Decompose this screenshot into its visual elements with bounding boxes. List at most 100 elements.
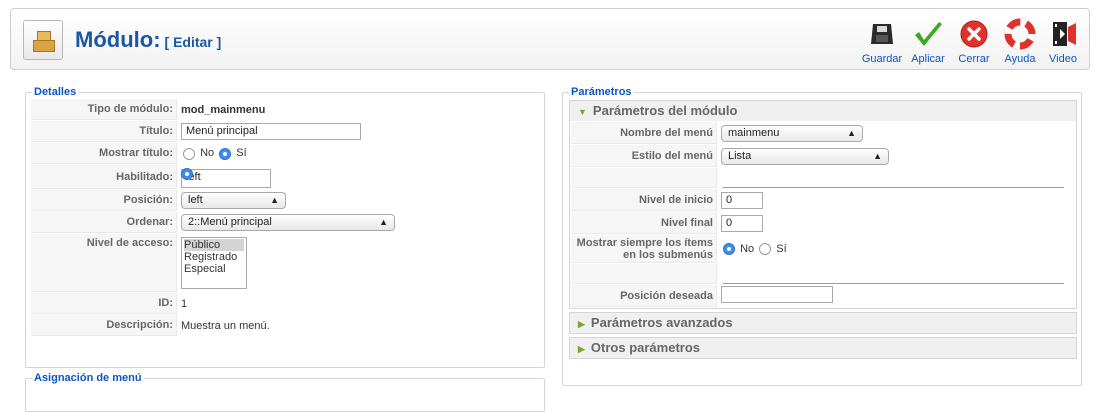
show-title-label: Mostrar título: [31, 143, 177, 164]
module-type-value: mod_mainmenu [181, 103, 266, 116]
save-label: Guardar [861, 53, 903, 65]
help-label: Ayuda [1004, 53, 1036, 65]
row-menu-name: Nombre del menú mainmenu ▲︎ [571, 122, 1069, 144]
page-subtitle: [ Editar ] [164, 34, 222, 50]
row-show-title: Mostrar título: No Sí [31, 143, 539, 164]
module-params-header[interactable]: ▼︎ Parámetros del módulo [570, 101, 1076, 121]
menu-style-select[interactable]: Lista ▲︎ [721, 147, 889, 165]
position-select-value: left [188, 194, 203, 206]
select-arrow-icon: ▲︎ [270, 195, 279, 205]
toolbar: Guardar Aplicar Cerrar Ayuda Video [859, 18, 1083, 65]
select-arrow-icon: ▲︎ [379, 217, 388, 227]
help-button[interactable]: Ayuda [997, 18, 1043, 65]
enabled-label: Habilitado: [31, 165, 177, 189]
row-spacer-1 [571, 168, 1069, 188]
other-params-pane: ▶︎ Otros parámetros [569, 337, 1077, 359]
row-description: Descripción: Muestra un menú. [31, 315, 539, 336]
apply-button[interactable]: Aplicar [905, 18, 951, 65]
row-enabled: Habilitado: left [31, 165, 539, 189]
title-input[interactable]: Menú principal [181, 123, 361, 140]
separator-line [723, 283, 1064, 284]
description-label: Descripción: [31, 315, 177, 336]
details-table: Tipo de módulo: mod_mainmenu Título: Men… [30, 98, 540, 337]
id-value: 1 [181, 297, 188, 310]
save-icon [866, 18, 898, 50]
row-module-type: Tipo de módulo: mod_mainmenu [31, 99, 539, 120]
order-select[interactable]: 2::Menú principal ▲︎ [181, 214, 395, 231]
always-show-yes-radio[interactable] [759, 243, 772, 256]
order-label: Ordenar: [31, 212, 177, 233]
save-button[interactable]: Guardar [859, 18, 905, 65]
advanced-params-pane: ▶︎ Parámetros avanzados [569, 312, 1077, 334]
row-access-level: Nivel de acceso: Público Registrado Espe… [31, 234, 539, 292]
enabled-radio[interactable] [181, 168, 193, 180]
access-level-label: Nivel de acceso: [31, 234, 177, 292]
row-desired-position: Posición deseada [571, 285, 1069, 307]
video-icon [1047, 18, 1079, 50]
separator-line [723, 187, 1064, 188]
menu-assign-legend: Asignación de menú [34, 372, 142, 384]
module-params-pane: ▼︎ Parámetros del módulo Nombre del menú … [569, 100, 1077, 309]
menu-style-value: Lista [728, 149, 752, 162]
row-start-level: Nivel de inicio 0 [571, 189, 1069, 211]
access-option-public[interactable]: Público [184, 239, 244, 251]
enabled-input[interactable]: left [181, 168, 271, 188]
close-button[interactable]: Cerrar [951, 18, 997, 65]
advanced-params-title: Parámetros avanzados [590, 315, 733, 330]
params-fieldset: Parámetros ▼︎ Parámetros del módulo Nombr… [562, 86, 1082, 386]
other-params-header[interactable]: ▶︎ Otros parámetros [570, 338, 1076, 358]
collapsed-triangle-icon: ▶︎ [578, 319, 585, 329]
row-always-show: Mostrar siempre los ítems en los submenú… [571, 235, 1069, 263]
close-icon [958, 18, 990, 50]
show-title-no-radio[interactable] [183, 147, 195, 160]
row-id: ID: 1 [31, 293, 539, 314]
select-arrow-icon: ▲︎ [847, 127, 856, 138]
details-fieldset: Detalles Tipo de módulo: mod_mainmenu Tí… [25, 86, 545, 368]
access-level-listbox[interactable]: Público Registrado Especial [181, 237, 247, 289]
access-option-special[interactable]: Especial [184, 263, 244, 275]
always-show-no-radio[interactable] [723, 243, 735, 256]
menu-name-value: mainmenu [728, 126, 780, 139]
advanced-params-header[interactable]: ▶︎ Parámetros avanzados [570, 313, 1076, 333]
row-end-level: Nivel final 0 [571, 212, 1069, 234]
page-title: Módulo:[ Editar ] [75, 27, 221, 53]
row-order: Ordenar: 2::Menú principal ▲︎ [31, 212, 539, 233]
apply-icon [912, 18, 944, 50]
close-label: Cerrar [958, 53, 990, 65]
show-title-yes-radio[interactable] [219, 147, 232, 160]
menu-name-select[interactable]: mainmenu ▲︎ [721, 124, 863, 142]
params-legend: Parámetros [571, 86, 632, 98]
row-position: Posición: left ▲︎ [31, 190, 539, 211]
module-icon [23, 20, 63, 60]
start-level-input[interactable]: 0 [721, 191, 763, 209]
collapsed-triangle-icon: ▶︎ [578, 344, 585, 354]
help-icon [1004, 18, 1036, 50]
expanded-triangle-icon: ▼︎ [578, 107, 587, 117]
order-select-value: 2::Menú principal [188, 216, 272, 228]
module-params-title: Parámetros del módulo [592, 103, 738, 118]
row-title: Título: Menú principal [31, 121, 539, 142]
description-value: Muestra un menú. [181, 319, 270, 332]
show-title-yes-label: Sí [236, 147, 247, 160]
access-option-registered[interactable]: Registrado [184, 251, 244, 263]
video-button[interactable]: Video [1043, 18, 1083, 65]
menu-name-label: Nombre del menú [571, 122, 717, 144]
always-show-yes-label: Sí [776, 242, 787, 255]
position-select[interactable]: left ▲︎ [181, 192, 286, 209]
desired-position-input[interactable] [721, 286, 833, 303]
toolbar-header: Módulo:[ Editar ] Guardar Aplicar Cerrar… [10, 8, 1090, 70]
video-label: Video [1049, 53, 1077, 65]
page-title-text: Módulo: [75, 27, 161, 52]
select-arrow-icon: ▲︎ [873, 150, 882, 161]
end-level-input[interactable]: 0 [721, 214, 763, 232]
end-level-label: Nivel final [571, 212, 717, 234]
always-show-label: Mostrar siempre los ítems en los submenú… [571, 235, 717, 263]
id-label: ID: [31, 293, 177, 314]
desired-position-label: Posición deseada [571, 285, 717, 307]
other-params-title: Otros parámetros [590, 340, 701, 355]
module-type-label: Tipo de módulo: [31, 99, 177, 120]
module-params-table: Nombre del menú mainmenu ▲︎ Estilo del me… [570, 121, 1070, 308]
apply-label: Aplicar [911, 53, 945, 65]
show-title-no-label: No [200, 147, 215, 160]
menu-style-label: Estilo del menú [571, 145, 717, 167]
